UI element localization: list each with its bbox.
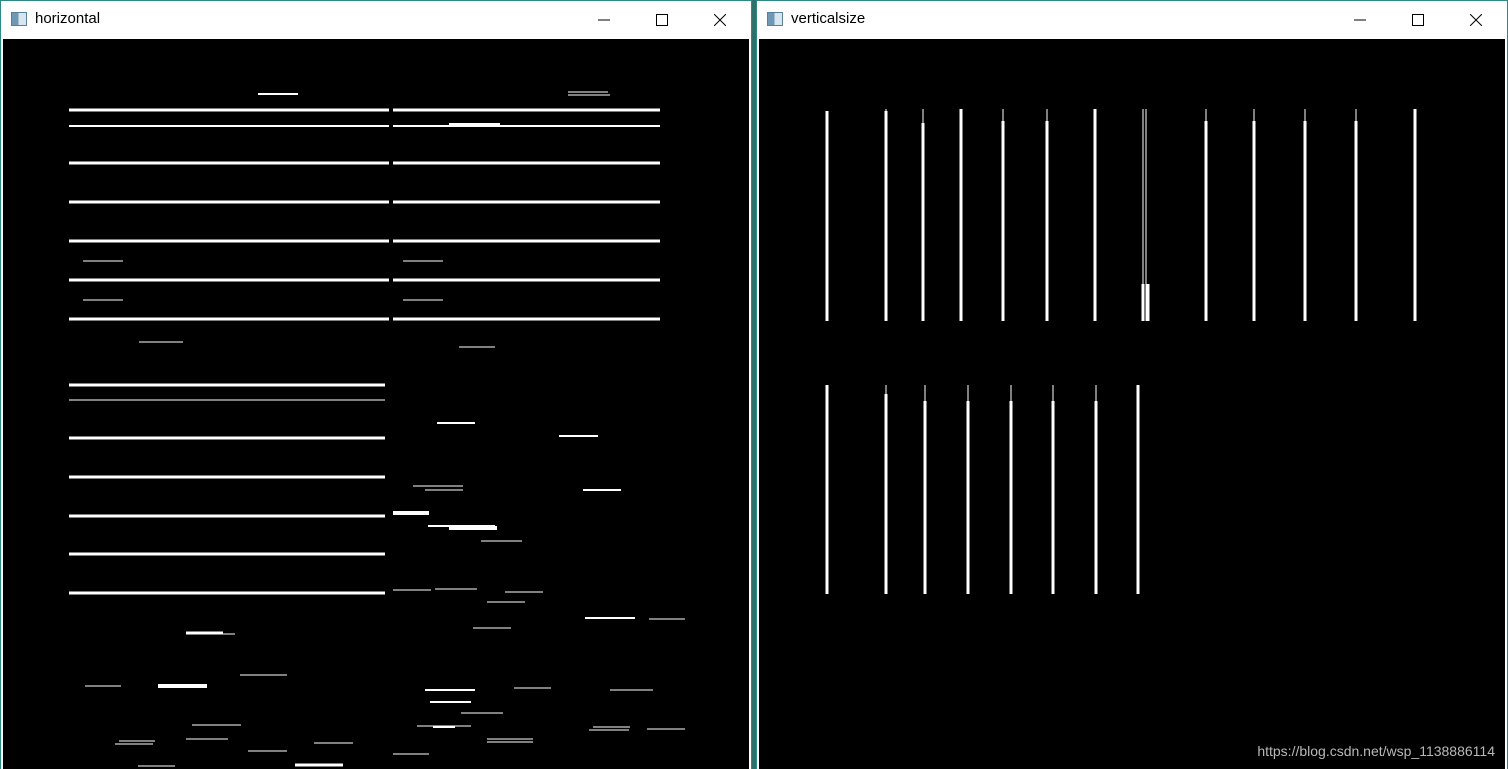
- title-bar[interactable]: horizontal: [1, 1, 751, 39]
- close-icon: [714, 14, 726, 26]
- maximize-button[interactable]: [633, 1, 691, 39]
- close-button[interactable]: [691, 1, 749, 39]
- window-verticalsize[interactable]: verticalsize https://blog.csdn.net/wsp_1…: [756, 0, 1508, 769]
- watermark: https://blog.csdn.net/wsp_1138886114: [1257, 743, 1495, 759]
- maximize-icon: [1412, 14, 1424, 26]
- window-title: verticalsize: [791, 10, 866, 27]
- image-canvas-horizontal: [3, 39, 749, 769]
- minimize-icon: [598, 19, 610, 21]
- close-icon: [1470, 14, 1482, 26]
- horizontal-lines-image: [69, 91, 685, 767]
- window-title: horizontal: [35, 10, 101, 27]
- title-bar[interactable]: verticalsize: [757, 1, 1507, 39]
- window-horizontal[interactable]: horizontal: [0, 0, 752, 769]
- image-canvas-vertical: https://blog.csdn.net/wsp_1138886114: [759, 39, 1505, 769]
- vertical-lines-image: [825, 109, 1417, 594]
- minimize-icon: [1354, 19, 1366, 21]
- maximize-icon: [656, 14, 668, 26]
- opencv-window-icon: [11, 12, 27, 26]
- maximize-button[interactable]: [1389, 1, 1447, 39]
- close-button[interactable]: [1447, 1, 1505, 39]
- opencv-window-icon: [767, 12, 783, 26]
- minimize-button[interactable]: [1331, 1, 1389, 39]
- minimize-button[interactable]: [575, 1, 633, 39]
